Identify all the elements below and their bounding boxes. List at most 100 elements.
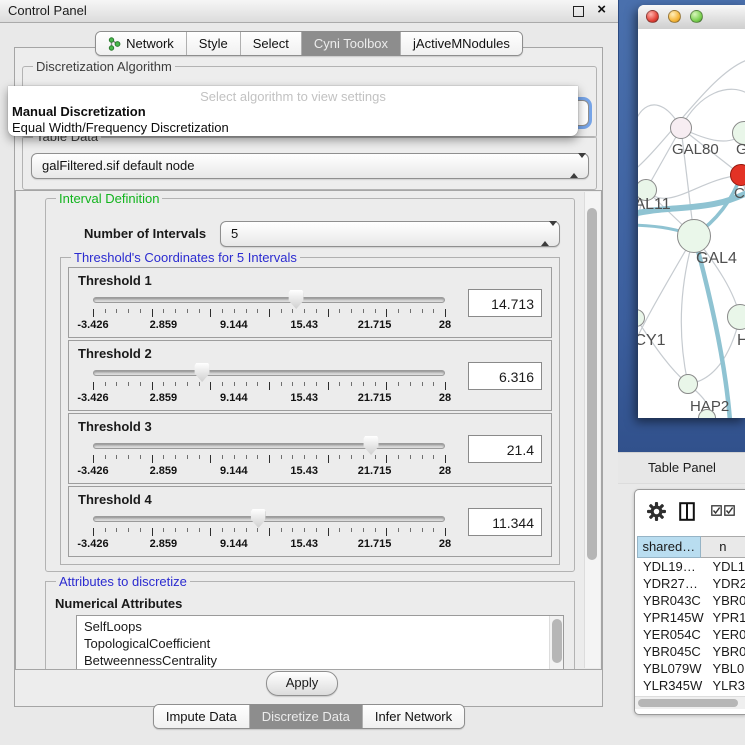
gear-icon[interactable] (647, 502, 666, 521)
control-panel-title: Control Panel (8, 3, 87, 18)
minimize-traffic-light-icon[interactable] (668, 10, 681, 23)
cell-shared-name[interactable]: YDR27… (637, 575, 708, 592)
checkbox-icon[interactable] (711, 505, 722, 516)
cell-shared-name[interactable]: YBL079W (637, 660, 708, 677)
popup-option-equal-width[interactable]: Equal Width/Frequency Discretization (12, 120, 229, 135)
numerical-attributes-list[interactable]: SelfLoopsTopologicalCoefficientBetweenne… (76, 615, 564, 670)
cell-name[interactable]: YLR3 (708, 677, 745, 694)
threshold-1-value[interactable]: 14.713 (468, 289, 542, 317)
cell-shared-name[interactable]: YBR045C (637, 643, 708, 660)
tab-infer-network[interactable]: Infer Network (363, 705, 464, 728)
tab-cyni-toolbox[interactable]: Cyni Toolbox (302, 32, 401, 55)
network-node-label: GAL11 (638, 196, 671, 214)
cell-name[interactable]: YDL1 (708, 558, 745, 575)
threshold-4-slider[interactable]: -3.4262.8599.14415.4321.71528 (93, 511, 445, 553)
slider-thumb[interactable] (364, 436, 379, 455)
slider-track[interactable] (93, 443, 445, 449)
table-panel-titlebar: Table Panel (618, 452, 745, 484)
threshold-3-value[interactable]: 21.4 (468, 435, 542, 463)
slider-scale (93, 528, 445, 537)
threshold-2-value[interactable]: 6.316 (468, 362, 542, 390)
table-row[interactable]: YER054CYER0 (637, 626, 745, 643)
scrollbar-thumb[interactable] (587, 208, 597, 560)
discretization-algorithm-title: Discretization Algorithm (33, 59, 175, 74)
slider-thumb[interactable] (289, 290, 304, 309)
cell-name[interactable]: YBL0 (708, 660, 745, 677)
combo-spinner-icon[interactable] (541, 226, 550, 241)
slider-tick-labels: -3.4262.8599.14415.4321.71528 (93, 465, 445, 477)
cell-shared-name[interactable]: YER054C (637, 626, 708, 643)
table-panel-window[interactable]: shared… n YDL19…YDL1YDR27…YDR2YBR043CYBR… (634, 489, 745, 715)
cell-name[interactable]: YBR0 (708, 643, 745, 660)
attribute-list-item[interactable]: TopologicalCoefficient (84, 635, 563, 652)
tab-style[interactable]: Style (187, 32, 241, 55)
tab-discretize-data[interactable]: Discretize Data (250, 705, 363, 728)
cell-name[interactable]: YER0 (708, 626, 745, 643)
cell-shared-name[interactable]: YLR345W (637, 677, 708, 694)
network-window-titlebar[interactable] (638, 5, 745, 30)
scrollbar-thumb[interactable] (638, 699, 738, 707)
number-of-intervals-label: Number of Intervals (84, 226, 206, 241)
network-node-label: G (736, 141, 745, 158)
table-row[interactable]: YLR345WYLR3 (637, 677, 745, 694)
network-icon (108, 37, 121, 51)
zoom-traffic-light-icon[interactable] (690, 10, 703, 23)
slider-track[interactable] (93, 516, 445, 522)
popup-option-manual[interactable]: Manual Discretization (12, 104, 146, 119)
cell-shared-name[interactable]: YDL19… (637, 558, 708, 575)
attributes-list-scrollbar[interactable] (549, 616, 563, 670)
cell-name[interactable]: YDR2 (708, 575, 745, 592)
table-row[interactable]: YBR043CYBR0 (637, 592, 745, 609)
slider-thumb[interactable] (195, 363, 210, 382)
table-row[interactable]: YBL079WYBL0 (637, 660, 745, 677)
table-horizontal-scrollbar[interactable] (635, 696, 745, 709)
number-of-intervals-combo[interactable]: 5 (220, 221, 560, 247)
close-icon[interactable]: × (597, 1, 606, 18)
slider-thumb[interactable] (251, 509, 266, 528)
network-node[interactable] (730, 164, 745, 186)
tab-impute-data[interactable]: Impute Data (154, 705, 250, 728)
interval-definition-group: Interval Definition Number of Intervals … (45, 198, 575, 572)
tab-select[interactable]: Select (241, 32, 302, 55)
column-header-name[interactable]: n (701, 536, 745, 558)
cell-name[interactable]: YBR0 (708, 592, 745, 609)
settings-vertical-scrollbar[interactable] (584, 192, 600, 668)
network-view-window[interactable]: GAL80GCGAL11GAL4HGCY1HAP2 (638, 5, 745, 418)
attribute-list-item[interactable]: SelfLoops (84, 618, 563, 635)
tab-jactivemnodules[interactable]: jActiveMNodules (401, 32, 522, 55)
combo-spinner-icon[interactable] (570, 158, 579, 173)
tab-label: jActiveMNodules (413, 36, 510, 51)
column-layout-icon[interactable] (679, 502, 695, 521)
numerical-attributes-label: Numerical Attributes (55, 596, 182, 611)
network-node[interactable] (670, 117, 692, 139)
network-node[interactable] (678, 374, 698, 394)
table-row[interactable]: YPR145WYPR1 (637, 609, 745, 626)
attribute-list-item[interactable]: BetweennessCentrality (84, 652, 563, 669)
slider-tick-labels: -3.4262.8599.14415.4321.71528 (93, 538, 445, 550)
table-data-combo[interactable]: galFiltered.sif default node (31, 153, 589, 179)
table-row[interactable]: YBR045CYBR0 (637, 643, 745, 660)
threshold-3-slider[interactable]: -3.4262.8599.14415.4321.71528 (93, 438, 445, 480)
tab-network[interactable]: Network (96, 32, 187, 55)
tab-label: Select (253, 36, 289, 51)
apply-button[interactable]: Apply (266, 671, 338, 696)
threshold-4-value[interactable]: 11.344 (468, 508, 542, 536)
threshold-2-slider[interactable]: -3.4262.8599.14415.4321.71528 (93, 365, 445, 407)
slider-tick-labels: -3.4262.8599.14415.4321.71528 (93, 319, 445, 331)
table-row[interactable]: YDR27…YDR2 (637, 575, 745, 592)
threshold-1-slider[interactable]: -3.4262.8599.14415.4321.71528 (93, 292, 445, 334)
table-row[interactable]: YDL19…YDL1 (637, 558, 745, 575)
cell-shared-name[interactable]: YPR145W (637, 609, 708, 626)
float-window-icon[interactable] (573, 6, 584, 17)
scrollbar-thumb[interactable] (552, 619, 562, 663)
slider-track[interactable] (93, 297, 445, 303)
checkbox-icon[interactable] (724, 505, 735, 516)
cell-name[interactable]: YPR1 (708, 609, 745, 626)
close-traffic-light-icon[interactable] (646, 10, 659, 23)
column-header-shared-name[interactable]: shared… (637, 536, 701, 558)
cell-shared-name[interactable]: YBR043C (637, 592, 708, 609)
slider-track[interactable] (93, 370, 445, 376)
threshold-2-label: Threshold 2 (78, 346, 152, 361)
network-canvas[interactable]: GAL80GCGAL11GAL4HGCY1HAP2 (638, 29, 745, 418)
network-node[interactable] (677, 219, 711, 253)
